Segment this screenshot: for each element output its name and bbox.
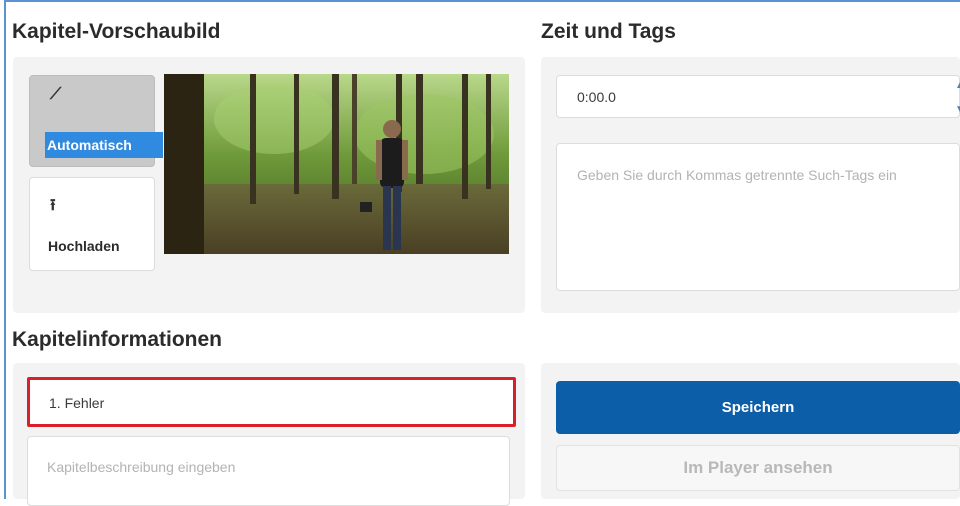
magic-wand-icon: ⟋ [50,86,62,103]
chapter-description-placeholder: Kapitelbeschreibung eingeben [47,459,236,475]
upload-icon: ⭱ [50,197,56,214]
time-tags-section-title: Zeit und Tags [541,20,676,43]
automatic-label: Automatisch [45,132,163,158]
chapter-info-section-title: Kapitelinformationen [12,328,223,351]
search-tags-placeholder: Geben Sie durch Kommas getrennte Such-Ta… [577,167,897,183]
automatic-thumbnail-button[interactable]: ⟋ Automatisch [29,75,163,167]
upload-label: Hochladen [48,238,120,254]
save-button[interactable]: Speichern [556,381,960,434]
spinner-up-icon[interactable]: ▲ [955,80,960,91]
chapter-thumbnail-image [164,74,509,254]
time-value: 0:00.0 [577,89,616,105]
spinner-down-icon[interactable]: ▼ [955,104,960,115]
chapter-title-value: 1. Fehler [49,395,105,411]
search-tags-input[interactable]: Geben Sie durch Kommas getrennte Such-Ta… [556,143,960,291]
view-in-player-button[interactable]: Im Player ansehen [556,445,960,491]
time-input[interactable]: 0:00.0 [556,75,960,118]
chapter-title-input[interactable]: 1. Fehler [27,377,516,427]
upload-thumbnail-button[interactable]: ⭱ Hochladen [29,177,155,271]
chapter-description-input[interactable]: Kapitelbeschreibung eingeben [27,436,510,506]
thumbnail-section-title: Kapitel-Vorschaubild [12,20,221,43]
